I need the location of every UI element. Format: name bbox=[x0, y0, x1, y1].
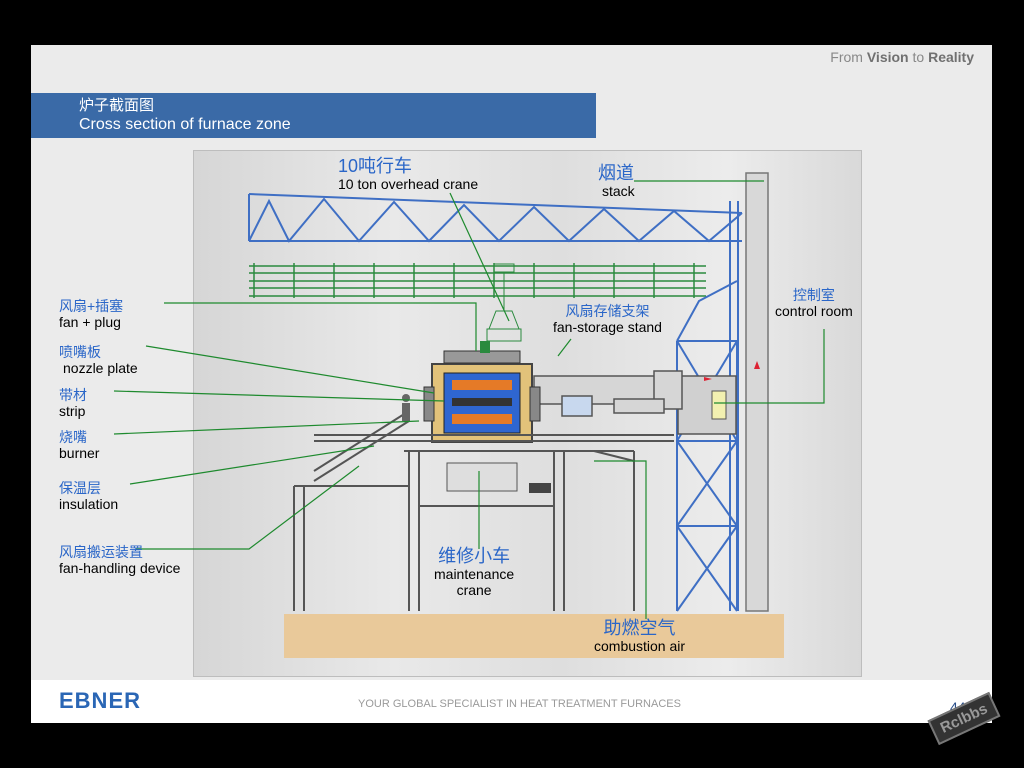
label-insulation-en: insulation bbox=[59, 496, 119, 512]
furnace-body bbox=[423, 341, 541, 443]
label-combustion-air-en: combustion air bbox=[594, 638, 686, 654]
label-nozzle-plate: 喷嘴板 nozzle plate bbox=[59, 344, 138, 376]
crane-hook bbox=[486, 263, 522, 342]
tagline: From Vision to Reality bbox=[830, 49, 974, 65]
ground-slab bbox=[284, 614, 784, 658]
label-fan-storage: 风扇存储支架 fan-storage stand bbox=[553, 303, 662, 335]
tagline-to: to bbox=[912, 49, 925, 65]
label-insulation: 保温层 insulation bbox=[59, 480, 118, 512]
label-strip-en: strip bbox=[59, 403, 86, 419]
furnace-diagram bbox=[113, 150, 862, 677]
label-maintenance-crane: 维修小车 maintenance crane bbox=[434, 546, 514, 598]
label-insulation-zh: 保温层 bbox=[59, 480, 101, 496]
label-control-room: 控制室 control room bbox=[775, 287, 853, 319]
label-combustion-air: 助燃空气 combustion air bbox=[594, 618, 685, 654]
label-overhead-crane-en: 10 ton overhead crane bbox=[338, 176, 479, 192]
label-stack: 烟道 stack bbox=[598, 163, 635, 199]
label-maintenance-crane-zh: 维修小车 bbox=[438, 546, 511, 566]
air-ducts bbox=[533, 370, 683, 417]
blue-tower bbox=[676, 280, 738, 612]
label-overhead-crane-zh: 10吨行车 bbox=[338, 156, 413, 176]
label-fan-handling-en: fan-handling device bbox=[59, 560, 181, 576]
stack bbox=[745, 172, 769, 612]
title-bar: 炉子截面图 Cross section of furnace zone bbox=[31, 93, 596, 138]
ebner-logo: EBNER bbox=[59, 688, 142, 713]
label-strip-zh: 带材 bbox=[59, 387, 87, 403]
label-fan-plug-zh: 风扇+插塞 bbox=[59, 298, 124, 314]
title-en: Cross section of furnace zone bbox=[79, 116, 291, 133]
label-overhead-crane: 10吨行车 10 ton overhead crane bbox=[338, 156, 478, 192]
label-control-room-en: control room bbox=[775, 303, 853, 319]
label-control-room-zh: 控制室 bbox=[792, 287, 835, 303]
label-fan-storage-zh: 风扇存储支架 bbox=[565, 303, 650, 319]
control-room-window bbox=[711, 390, 727, 420]
maintenance-crane-unit bbox=[446, 462, 551, 493]
label-combustion-air-zh: 助燃空气 bbox=[603, 618, 676, 638]
label-burner-zh: 烧嘴 bbox=[59, 429, 87, 445]
label-maintenance-crane-en2: crane bbox=[456, 582, 492, 598]
tagline-reality: Reality bbox=[928, 49, 974, 65]
label-stack-zh: 烟道 bbox=[598, 163, 634, 183]
crane-rails bbox=[249, 263, 706, 298]
worker-figure bbox=[402, 394, 410, 421]
slide: From Vision to Reality 炉子截面图 Cross secti… bbox=[31, 45, 992, 723]
furnace-drawing bbox=[113, 172, 825, 658]
label-fan-handling-zh: 风扇搬运装置 bbox=[59, 544, 143, 560]
label-stack-en: stack bbox=[602, 183, 635, 199]
label-burner: 烧嘴 burner bbox=[59, 429, 99, 461]
label-nozzle-plate-zh: 喷嘴板 bbox=[59, 344, 101, 360]
footer-tagline: YOUR GLOBAL SPECIALIST IN HEAT TREATMENT… bbox=[358, 698, 681, 710]
label-fan-handling: 风扇搬运装置 fan-handling device bbox=[59, 544, 180, 576]
tagline-vision: Vision bbox=[866, 49, 909, 65]
label-fan-plug: 风扇+插塞 fan + plug bbox=[59, 298, 123, 330]
tagline-from: From bbox=[830, 49, 863, 65]
control-room bbox=[677, 375, 737, 435]
label-fan-plug-en: fan + plug bbox=[59, 314, 121, 330]
label-fan-storage-en: fan-storage stand bbox=[553, 319, 662, 335]
label-strip: 带材 strip bbox=[59, 387, 87, 419]
label-nozzle-plate-en: nozzle plate bbox=[63, 360, 138, 376]
title-zh: 炉子截面图 bbox=[79, 97, 155, 114]
label-maintenance-crane-en1: maintenance bbox=[434, 566, 515, 582]
footer: EBNER YOUR GLOBAL SPECIALIST IN HEAT TRE… bbox=[31, 680, 992, 723]
label-burner-en: burner bbox=[59, 445, 100, 461]
